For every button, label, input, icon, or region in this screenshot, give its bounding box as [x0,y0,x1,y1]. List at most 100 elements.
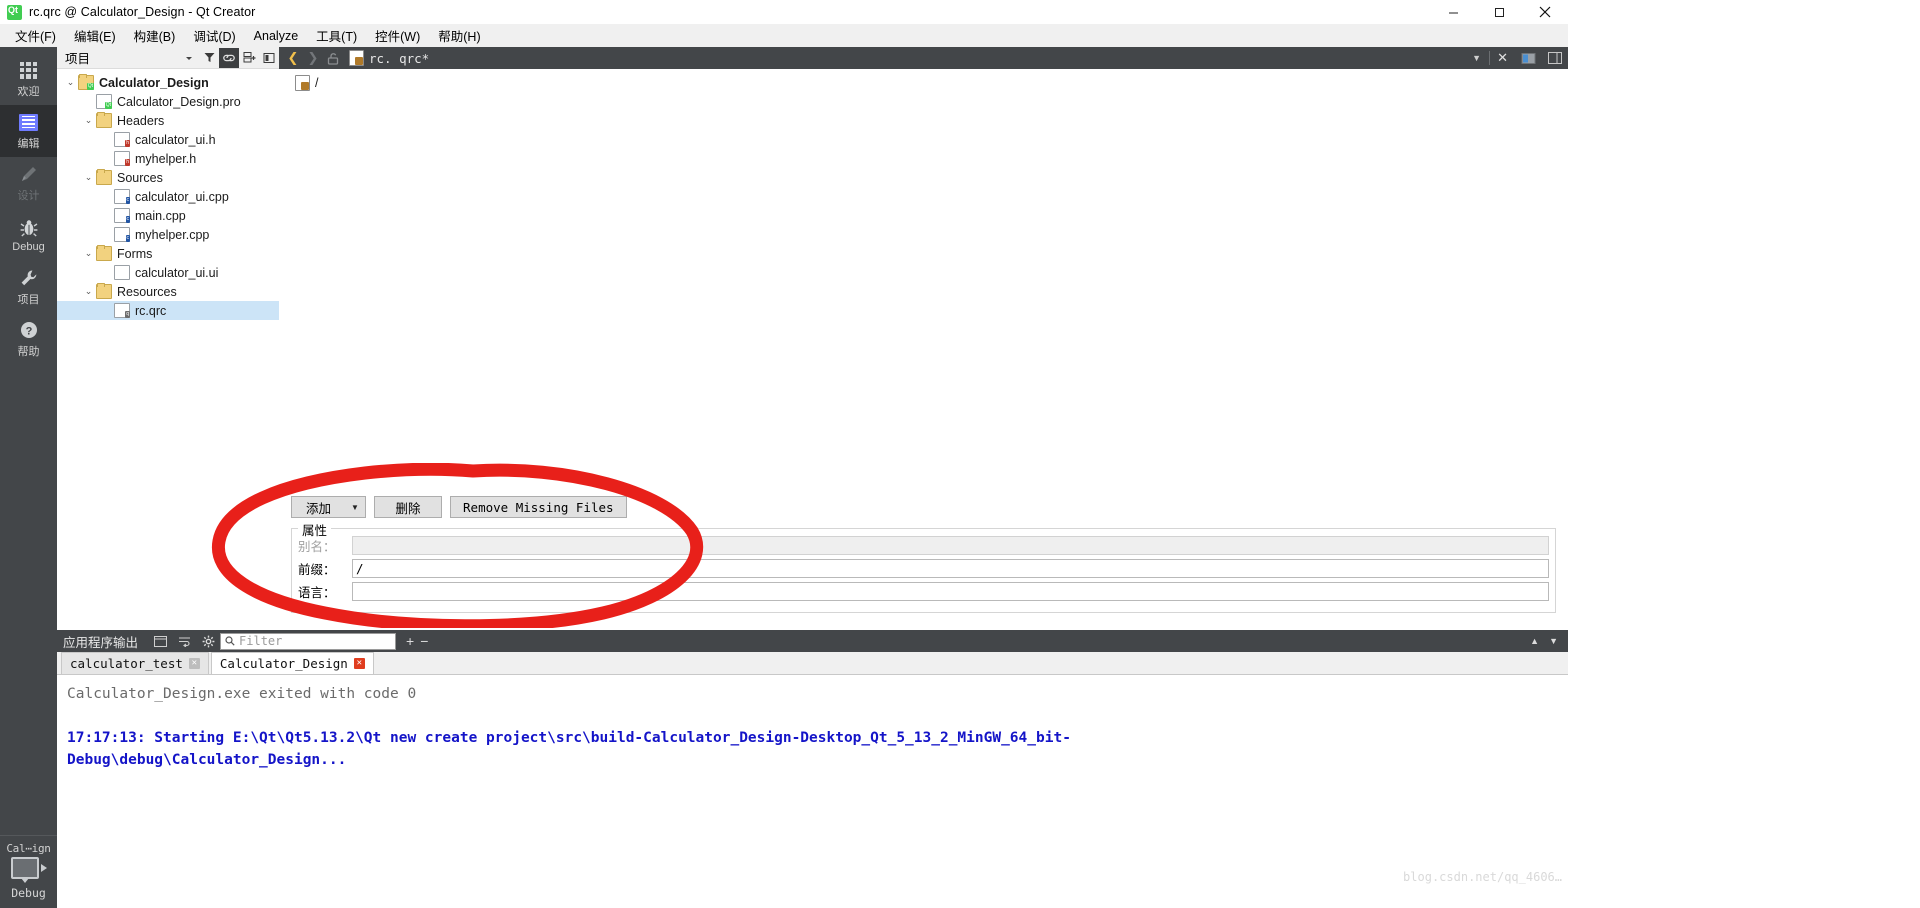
tree-item-rc-qrc[interactable]: q rc.qrc [57,301,279,320]
zoom-out-button[interactable]: − [420,633,428,649]
language-field[interactable] [352,582,1549,601]
editor-file-tab[interactable]: rc. qrc* [343,50,429,66]
resource-prefix-row[interactable]: / [295,75,1568,91]
mode-help[interactable]: ? 帮助 [0,313,57,365]
mode-edit[interactable]: 编辑 [0,105,57,157]
maximize-button[interactable] [1476,0,1522,24]
editor-toolbar-right [1542,52,1568,64]
close-icon[interactable]: ✕ [353,658,365,669]
language-row: 语言： [298,581,1549,602]
close-button[interactable] [1522,0,1568,24]
output-tab-bar[interactable]: calculator_test ✕ Calculator_Design ✕ [57,652,1568,675]
output-tab-label: Calculator_Design [219,656,348,671]
alias-field[interactable] [352,536,1549,555]
editor-split-right-icon[interactable] [1542,52,1568,64]
mode-projects-label: 项目 [17,294,40,306]
language-label: 语言： [298,586,336,600]
output-tab-calculator-test[interactable]: calculator_test ✕ [61,652,209,674]
close-icon[interactable]: ✕ [1490,50,1515,66]
window-controls [1430,0,1568,24]
mode-edit-label: 编辑 [17,138,40,150]
menu-analyze[interactable]: Analyze [245,26,307,46]
menu-edit[interactable]: 编辑(E) [65,23,125,48]
sidebar-icon[interactable] [259,48,279,68]
split-editor-icon[interactable] [1515,52,1542,65]
chevron-icon[interactable]: ⌄ [81,115,96,126]
chevron-down-icon[interactable]: ▼ [1549,636,1558,646]
chevron-icon[interactable]: ⌄ [81,286,96,297]
tree-item-label: rc.qrc [135,303,167,318]
console-line: Debug\debug\Calculator_Design... [67,752,347,768]
alias-row: 别名： [298,535,1549,556]
gear-icon[interactable] [196,635,220,648]
tree-item-label: calculator_ui.h [135,132,216,147]
tree-item-myhelper-cpp[interactable]: c myhelper.cpp [57,225,279,244]
mode-projects[interactable]: 项目 [0,261,57,313]
expand-icon[interactable] [239,48,259,68]
chevron-icon[interactable]: ⌄ [63,77,78,88]
resource-editor-panel: 添加 ▼ 删除 Remove Missing Files 属性 别名： 前缀： … [279,488,1568,630]
tree-item-myhelper-h[interactable]: h myhelper.h [57,149,279,168]
close-icon[interactable]: ✕ [188,658,200,669]
tree-item-forms[interactable]: ⌄ Forms [57,244,279,263]
forward-arrow-icon[interactable]: ❯ [303,50,323,66]
menu-widgets[interactable]: 控件(W) [366,23,429,48]
minimize-button[interactable] [1430,0,1476,24]
tree-item-sources[interactable]: ⌄ Sources [57,168,279,187]
output-tab-calculator-design[interactable]: Calculator_Design ✕ [210,652,374,674]
remove-button[interactable]: 删除 [374,496,443,518]
tree-item-calculator-design-pro[interactable]: Qt Calculator_Design.pro [57,92,279,111]
tree-item-main-cpp[interactable]: c main.cpp [57,206,279,225]
resource-tree[interactable]: / [279,69,1568,91]
tree-item-calculator-design[interactable]: ⌄ Qt Calculator_Design [57,73,279,92]
tree-item-headers[interactable]: ⌄ Headers [57,111,279,130]
kit-label: Cal⋯ign [6,842,51,855]
mode-debug[interactable]: Debug [0,209,57,261]
filter-input[interactable]: Filter [220,632,397,650]
wrap-icon[interactable] [172,636,196,647]
console-line: 17:17:13: Starting E:\Qt\Qt5.13.2\Qt new… [67,730,1071,746]
mode-design[interactable]: 设计 [0,157,57,209]
chevron-down-icon[interactable] [179,48,199,68]
run-row[interactable] [0,857,57,883]
play-arrow-icon[interactable] [40,864,47,872]
tree-item-calculator-ui-cpp[interactable]: c calculator_ui.cpp [57,187,279,206]
chevron-icon[interactable]: ⌄ [81,248,96,259]
tree-item-label: myhelper.h [135,151,197,166]
output-pane-header: 应用程序输出 Filter + − ▲ ▼ [57,630,1568,652]
tree-item-label: Calculator_Design [99,75,209,90]
add-button[interactable]: 添加 ▼ [291,496,367,518]
chevron-up-icon[interactable]: ▲ [1530,636,1539,646]
tree-item-resources[interactable]: ⌄ Resources [57,282,279,301]
menu-build[interactable]: 构建(B) [125,23,185,48]
console-output: Calculator_Design.exe exited with code 0… [57,675,1568,771]
tree-item-calculator-ui-ui[interactable]: calculator_ui.ui [57,263,279,282]
remove-missing-files-button[interactable]: Remove Missing Files [450,496,627,518]
zoom-in-button[interactable]: + [406,633,414,649]
menu-help[interactable]: 帮助(H) [429,23,489,48]
menu-bar: 文件(F) 编辑(E) 构建(B) 调试(D) Analyze 工具(T) 控件… [0,24,1568,48]
chevron-icon[interactable]: ⌄ [81,172,96,183]
chevron-down-icon[interactable]: ▼ [1464,53,1489,63]
document-icon [18,111,40,133]
menu-file[interactable]: 文件(F) [6,23,65,48]
prefix-field[interactable]: / [352,559,1549,578]
mode-welcome[interactable]: 欢迎 [0,53,57,105]
project-tree[interactable]: ⌄ Qt Calculator_Design Qt Calculator_Design.… [57,69,279,320]
mode-help-label: 帮助 [17,346,40,358]
output-pane-title: 应用程序输出 [63,635,139,650]
menu-debug[interactable]: 调试(D) [184,23,244,48]
unlocked-icon[interactable] [323,52,343,65]
window-icon[interactable] [148,635,172,647]
filter-icon[interactable] [199,48,219,68]
run-selector[interactable]: Cal⋯ign Debug [0,835,57,908]
editor-file-name: rc. qrc* [369,50,430,66]
console-line: Calculator_Design.exe exited with code 0 [67,686,417,702]
wrench-icon [18,267,40,289]
chevron-down-icon[interactable]: ▼ [345,503,365,512]
menu-tools[interactable]: 工具(T) [307,23,366,48]
back-arrow-icon[interactable]: ❮ [283,50,303,66]
link-icon[interactable] [219,47,239,68]
tree-item-calculator-ui-h[interactable]: h calculator_ui.h [57,130,279,149]
bug-icon [18,217,40,239]
